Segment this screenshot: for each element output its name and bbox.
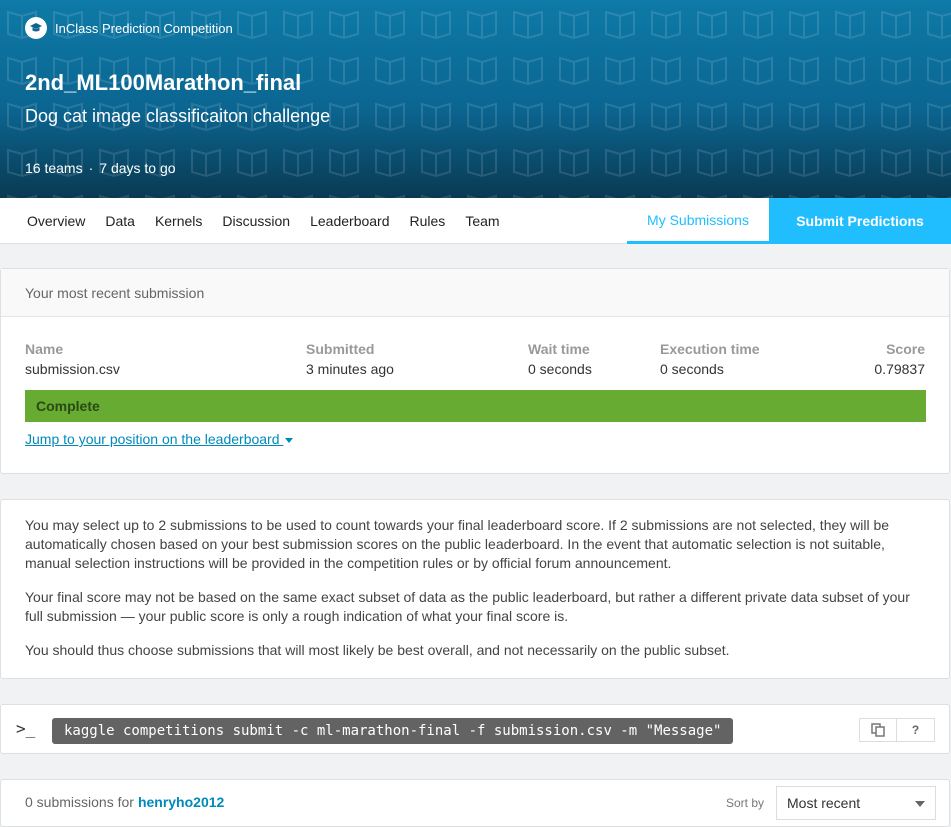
execution-time-value: 0 seconds bbox=[660, 361, 724, 377]
team-count: 16 teams bbox=[25, 160, 83, 176]
recent-submission-card: Your most recent submission Name submiss… bbox=[0, 268, 950, 474]
name-column-label: Name bbox=[25, 341, 64, 357]
submit-predictions-button[interactable]: Submit Predictions bbox=[769, 198, 951, 244]
sort-dropdown[interactable]: Most recent bbox=[776, 786, 936, 820]
info-paragraph: You may select up to 2 submissions to be… bbox=[25, 517, 890, 571]
meta-separator: · bbox=[88, 160, 94, 176]
submitted-column-label: Submitted bbox=[306, 341, 375, 357]
competition-type-label: InClass Prediction Competition bbox=[55, 20, 233, 36]
competition-subtitle: Dog cat image classificaiton challenge bbox=[25, 106, 331, 126]
terminal-icon: >_ bbox=[16, 719, 36, 738]
chevron-down-icon bbox=[915, 801, 925, 807]
submission-count: 0 submissions for henryho2012 bbox=[25, 794, 224, 810]
sort-selected-value: Most recent bbox=[787, 795, 861, 811]
competition-type-badge: InClass Prediction Competition bbox=[25, 17, 233, 39]
competition-title: 2nd_ML100Marathon_final bbox=[25, 70, 302, 95]
tab-discussion[interactable]: Discussion bbox=[222, 213, 290, 229]
tab-my-submissions[interactable]: My Submissions bbox=[627, 198, 769, 244]
submitted-time: 3 minutes ago bbox=[306, 361, 394, 377]
recent-submission-heading: Your most recent submission bbox=[1, 269, 949, 317]
competition-nav: Overview Data Kernels Discussion Leaderb… bbox=[0, 198, 951, 244]
score-column-label: Score bbox=[886, 341, 925, 357]
tab-team[interactable]: Team bbox=[465, 213, 499, 229]
help-icon: ? bbox=[911, 723, 920, 737]
caret-down-icon bbox=[285, 437, 294, 443]
competition-header: InClass Prediction Competition 2nd_ML100… bbox=[0, 0, 951, 198]
sort-label: Sort by bbox=[726, 796, 765, 810]
graduation-cap-icon bbox=[25, 17, 47, 39]
help-button[interactable]: ? bbox=[897, 718, 935, 742]
info-paragraph: Your final score may not be based on the… bbox=[25, 589, 910, 624]
copy-icon bbox=[871, 723, 885, 737]
jump-link-label: Jump to your position on the leaderboard bbox=[25, 431, 280, 447]
deadline-text: 7 days to go bbox=[99, 160, 176, 176]
info-paragraph: You should thus choose submissions that … bbox=[25, 642, 730, 658]
tab-data[interactable]: Data bbox=[105, 213, 135, 229]
submission-filename: submission.csv bbox=[25, 361, 120, 377]
submission-selection-info: You may select up to 2 submissions to be… bbox=[0, 499, 950, 679]
score-value: 0.79837 bbox=[874, 361, 925, 377]
tab-rules[interactable]: Rules bbox=[410, 213, 446, 229]
competition-meta: 16 teams · 7 days to go bbox=[25, 160, 176, 176]
jump-to-leaderboard-link[interactable]: Jump to your position on the leaderboard bbox=[25, 431, 294, 447]
copy-command-button[interactable] bbox=[859, 718, 897, 742]
execution-time-label: Execution time bbox=[660, 341, 760, 357]
user-link[interactable]: henryho2012 bbox=[138, 794, 224, 810]
submissions-list-header: 0 submissions for henryho2012 Sort by Mos… bbox=[0, 779, 950, 827]
api-command-card: >_ kaggle competitions submit -c ml-mara… bbox=[0, 704, 950, 754]
tab-overview[interactable]: Overview bbox=[27, 213, 85, 229]
wait-time-value: 0 seconds bbox=[528, 361, 592, 377]
status-complete-bar: Complete bbox=[25, 390, 926, 422]
tab-kernels[interactable]: Kernels bbox=[155, 213, 202, 229]
tab-leaderboard[interactable]: Leaderboard bbox=[310, 213, 389, 229]
submission-count-text: 0 submissions for bbox=[25, 794, 134, 810]
wait-time-label: Wait time bbox=[528, 341, 590, 357]
api-command-text[interactable]: kaggle competitions submit -c ml-maratho… bbox=[52, 718, 734, 744]
